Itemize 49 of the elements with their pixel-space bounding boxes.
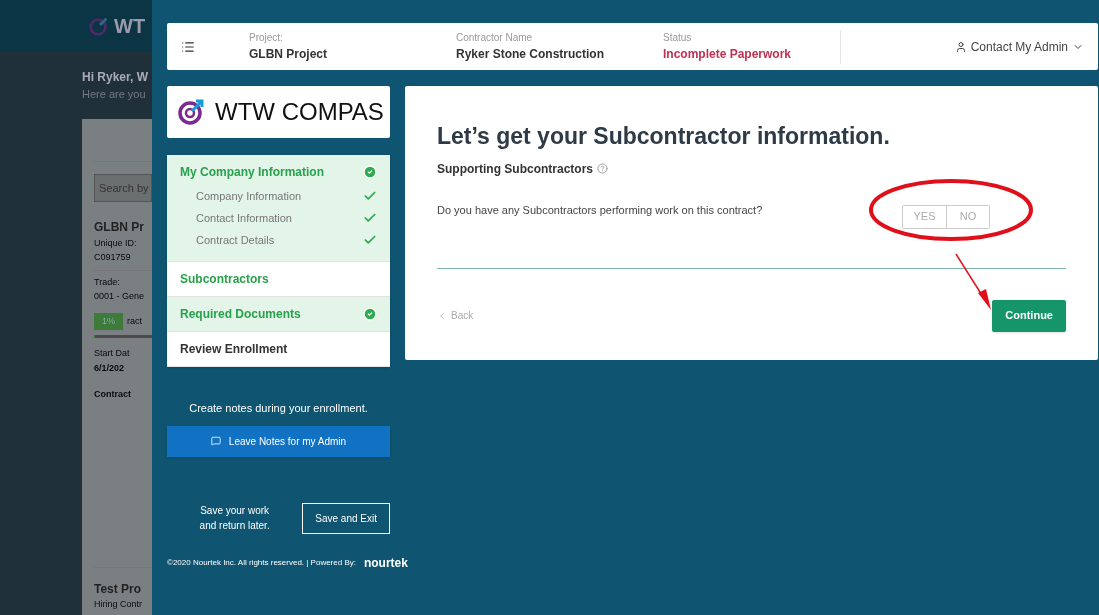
greeting: Hi Ryker, W [82, 69, 150, 86]
field-value: GLBN Project [249, 46, 328, 63]
back-link[interactable]: Back [437, 308, 474, 323]
field-label: Project: [249, 31, 284, 45]
annotation-arrow [955, 253, 991, 310]
field-label: Contract [94, 388, 132, 401]
logo-text: WT [114, 14, 146, 39]
logo-text: WTW COMPAS [215, 97, 384, 127]
save-exit-button[interactable]: Save and Exit [302, 502, 390, 534]
field-value: 6/1/202 [94, 361, 126, 375]
substep-item[interactable]: Contact Information [167, 207, 390, 229]
continue-button[interactable]: Continue [992, 299, 1066, 332]
form-title: Let’s get your Subcontractor information. [437, 122, 891, 151]
field-label: Trade: [94, 275, 121, 289]
field-value: 0001 - Gene [94, 290, 146, 303]
user-icon [954, 40, 967, 53]
save-hint: Save your work [200, 504, 270, 518]
step-item[interactable]: Review Enrollment [167, 332, 390, 366]
project-name: Test Pro [94, 580, 143, 598]
toggle-option[interactable]: NO [946, 205, 989, 228]
field-value: Incomplete Paperwork [663, 46, 793, 63]
save-hint: and return later. [199, 519, 270, 533]
question-text: Do you have any Subcontractors performing work on this contract? [437, 202, 763, 218]
logo-icon [88, 15, 110, 37]
copyright-text: ©2020 Nourtek Inc. All rights reserved. | Powered By: [167, 556, 356, 569]
field-label: Status [663, 31, 693, 45]
section-title: Supporting Subcontractors [437, 160, 593, 178]
field-label: Unique ID: [94, 236, 138, 250]
contact-admin-button[interactable]: Contact My Admin [954, 37, 1084, 56]
menu-icon[interactable] [181, 39, 195, 54]
greeting-subtitle: Here are you [82, 87, 147, 102]
search-field[interactable]: Search by [94, 173, 152, 202]
chevron-left-icon [437, 310, 447, 321]
field-value: Ryker Stone Construction [456, 46, 606, 63]
logo-icon [177, 97, 207, 127]
field-label: Hiring Contr [94, 597, 143, 611]
notes-hint: Create notes during your enrollment. [188, 401, 369, 416]
leave-notes-button[interactable]: Leave Notes for my Admin [167, 425, 390, 457]
substep-item[interactable]: Contract Details [167, 229, 390, 251]
progress-label: ract [127, 314, 143, 328]
brand-name: nourtek [363, 554, 408, 572]
field-label: Contractor Name [456, 31, 534, 45]
field-value: C091759 [94, 251, 132, 264]
project-name: GLBN Pr [94, 218, 145, 236]
progress-badge: 1% [94, 312, 123, 330]
field-label: Start Dat [94, 347, 131, 360]
step-item[interactable]: Subcontractors [167, 262, 390, 296]
step-item[interactable]: Required Documents [167, 297, 390, 331]
comment-icon [210, 436, 221, 446]
